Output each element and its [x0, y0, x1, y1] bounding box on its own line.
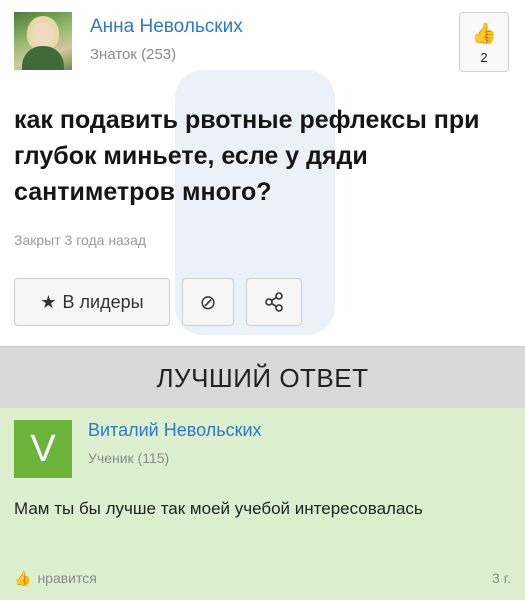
leaders-button[interactable]: ★ В лидеры	[14, 278, 170, 326]
question-status: Закрыт 3 года назад	[14, 232, 147, 248]
author-rank: Знаток (253)	[90, 46, 177, 63]
like-count: 2	[480, 50, 488, 65]
answer-like-label: нравится	[37, 570, 97, 586]
block-button[interactable]: ⊘	[182, 278, 234, 326]
answer-like-button[interactable]: 👍 нравится	[14, 570, 97, 587]
author-name[interactable]: Анна Невольских	[90, 16, 243, 38]
best-answer-header: ЛУЧШИЙ ОТВЕТ	[0, 346, 525, 409]
leaders-label: В лидеры	[62, 291, 144, 312]
question-title: как подавить рвотные рефлексы при глубок…	[14, 106, 480, 206]
answer-text: Мам ты бы лучше так моей учебой интересо…	[14, 499, 423, 518]
share-button[interactable]	[246, 278, 302, 326]
answer-author-name[interactable]: Виталий Невольских	[88, 420, 262, 441]
block-icon: ⊘	[199, 291, 217, 314]
like-button[interactable]: 👍 2	[459, 12, 509, 72]
share-icon	[265, 292, 283, 312]
thumbs-up-icon: 👍	[471, 23, 497, 45]
answer-author-rank: Ученик (115)	[88, 450, 170, 466]
star-icon: ★	[40, 291, 57, 312]
author-avatar[interactable]	[14, 12, 72, 70]
thumbs-up-icon: 👍	[14, 570, 32, 586]
answer-time: 3 г.	[492, 570, 511, 586]
answer-avatar[interactable]: V	[14, 420, 72, 478]
question-author: Анна Невольских Знаток (253)	[14, 12, 514, 72]
best-answer: V Виталий Невольских Ученик (115) Мам ты…	[0, 408, 525, 600]
